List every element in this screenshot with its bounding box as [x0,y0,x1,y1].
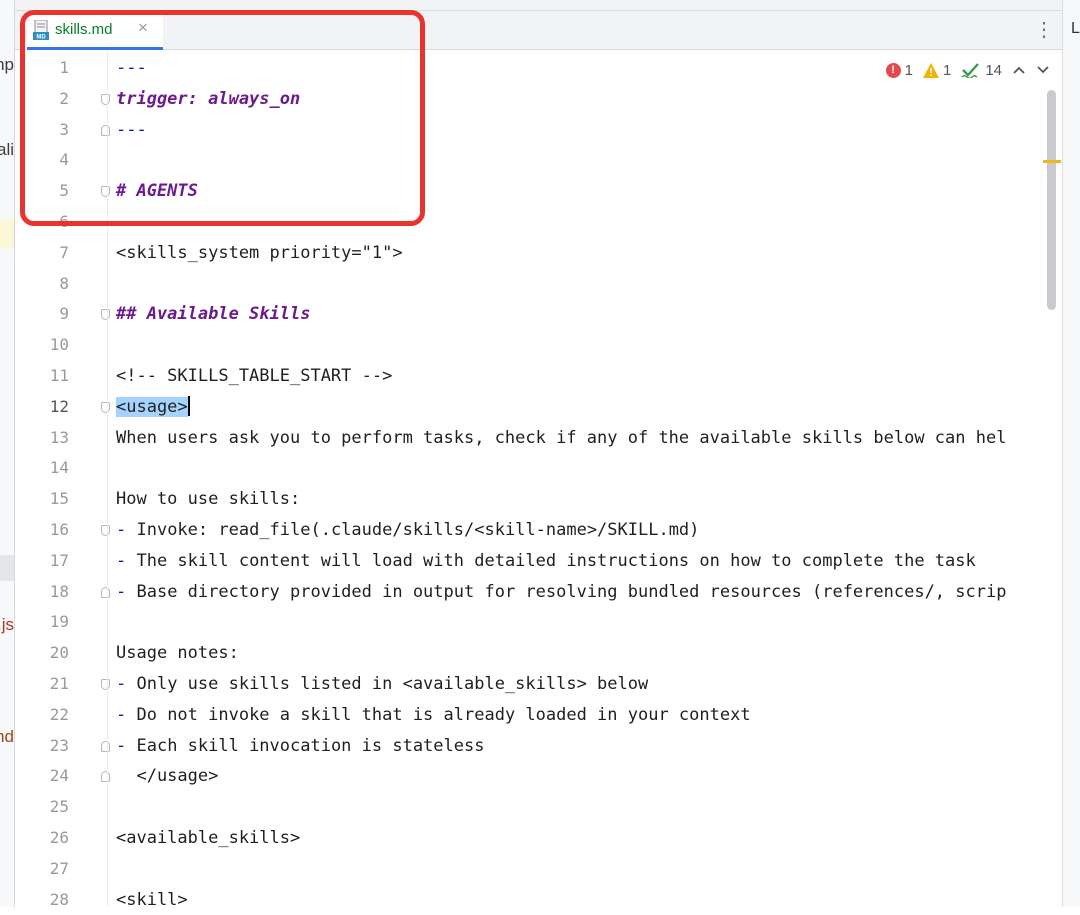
code-line[interactable] [108,453,1062,483]
line-number-gutter[interactable]: 1 2 3 4 5 6 7 8 9 10 11 12 13 14 15 16 17 18 19 20 21 22 23 24 2… [15,51,110,909]
chevron-down-icon[interactable] [1036,62,1050,78]
code-line[interactable] [108,145,1062,175]
tab-skills-md[interactable]: MD skills.md × [27,11,163,50]
code-line[interactable]: ## Available Skills [108,299,1062,329]
inspection-widget[interactable]: ! 1 1 14 [885,58,1050,82]
code-line[interactable]: trigger: always_on [108,84,1062,114]
code-line[interactable]: <usage> [108,392,1062,422]
line-number[interactable]: 20 [15,638,69,668]
code-line[interactable] [108,330,1062,360]
line-number[interactable]: 11 [15,361,69,391]
code-line[interactable]: <skills_system priority="1"> [108,238,1062,268]
code-line[interactable]: Usage notes: [108,638,1062,668]
code-line[interactable]: </usage> [108,761,1062,791]
code-line[interactable] [108,269,1062,299]
line-number[interactable]: 18 [15,577,69,607]
line-number[interactable]: 8 [15,269,69,299]
project-tree-item[interactable]: np [0,55,14,75]
code-line[interactable]: <skill> [108,885,1062,907]
line-number[interactable]: 22 [15,700,69,730]
line-number[interactable]: 12 [15,392,69,422]
text-caret [187,395,190,416]
code-line[interactable]: <!-- SKILLS_TABLE_START --> [108,361,1062,391]
line-number[interactable]: 1 [15,53,69,83]
line-number[interactable]: 15 [15,484,69,514]
code-line[interactable] [108,792,1062,822]
svg-text:MD: MD [36,35,46,41]
code-line[interactable]: - Do not invoke a skill that is already … [108,700,1062,730]
code-line[interactable]: - Base directory provided in output for … [108,577,1062,607]
code-line[interactable] [108,207,1062,237]
code-editor[interactable]: --- trigger: always_on --- # AGENTS <skills_… [108,51,1062,907]
line-number[interactable]: 5 [15,176,69,206]
code-line[interactable] [108,607,1062,637]
project-row-highlight [0,555,14,581]
right-panel-label: L [1071,20,1080,37]
line-number[interactable]: 27 [15,854,69,884]
line-number[interactable]: 24 [15,761,69,791]
line-number[interactable]: 23 [15,731,69,761]
code-line[interactable]: - The skill content will load with detai… [108,546,1062,576]
scrollbar-warning-marker[interactable] [1043,160,1061,163]
warning-count[interactable]: 1 [922,61,952,79]
code-line[interactable] [108,854,1062,884]
close-icon[interactable]: × [138,18,148,38]
tab-label: skills.md [55,21,113,38]
line-number[interactable]: 6 [15,207,69,237]
vertical-scrollbar[interactable] [1047,90,1056,310]
code-line[interactable]: When users ask you to perform tasks, che… [108,423,1062,453]
code-line[interactable]: <available_skills> [108,823,1062,853]
code-line[interactable]: - Each skill invocation is stateless [108,731,1062,761]
code-line[interactable]: - Only use skills listed in <available_s… [108,669,1062,699]
line-number[interactable]: 14 [15,453,69,483]
editor-tab-bar: MD skills.md × ⋮ [15,10,1062,50]
right-panel[interactable]: L [1063,0,1080,907]
line-number[interactable]: 7 [15,238,69,268]
line-number[interactable]: 16 [15,515,69,545]
line-number[interactable]: 17 [15,546,69,576]
project-tree-item[interactable]: ali [0,140,14,160]
line-number[interactable]: 28 [15,885,69,915]
code-line[interactable]: # AGENTS [108,176,1062,206]
markdown-file-icon: MD [33,20,49,40]
line-number[interactable]: 21 [15,669,69,699]
error-count[interactable]: ! 1 [885,61,913,79]
line-number[interactable]: 10 [15,330,69,360]
code-line[interactable]: How to use skills: [108,484,1062,514]
project-tree-item[interactable]: .js [0,615,14,635]
line-number[interactable]: 13 [15,423,69,453]
typo-check-icon [961,63,980,78]
line-number[interactable]: 19 [15,607,69,637]
project-row-highlight [0,220,14,248]
project-tree-item[interactable]: md [0,727,14,747]
line-number[interactable]: 26 [15,823,69,853]
line-number[interactable]: 9 [15,299,69,329]
warning-count-value: 1 [942,61,952,79]
error-icon: ! [885,62,901,78]
typo-count-value: 14 [985,61,1002,79]
line-number[interactable]: 25 [15,792,69,822]
chevron-up-icon[interactable] [1012,62,1026,78]
error-count-value: 1 [904,61,913,79]
window-top-strip [15,0,1080,10]
code-line[interactable]: - Invoke: read_file(.claude/skills/<skil… [108,515,1062,545]
code-line[interactable]: --- [108,115,1062,145]
line-number[interactable]: 3 [15,115,69,145]
typo-count[interactable]: 14 [961,62,1002,79]
line-number[interactable]: 2 [15,84,69,114]
more-vertical-icon[interactable]: ⋮ [1034,17,1054,42]
warning-icon [922,62,939,78]
line-number[interactable]: 4 [15,145,69,175]
project-panel[interactable]: np ali .js md [0,0,15,907]
